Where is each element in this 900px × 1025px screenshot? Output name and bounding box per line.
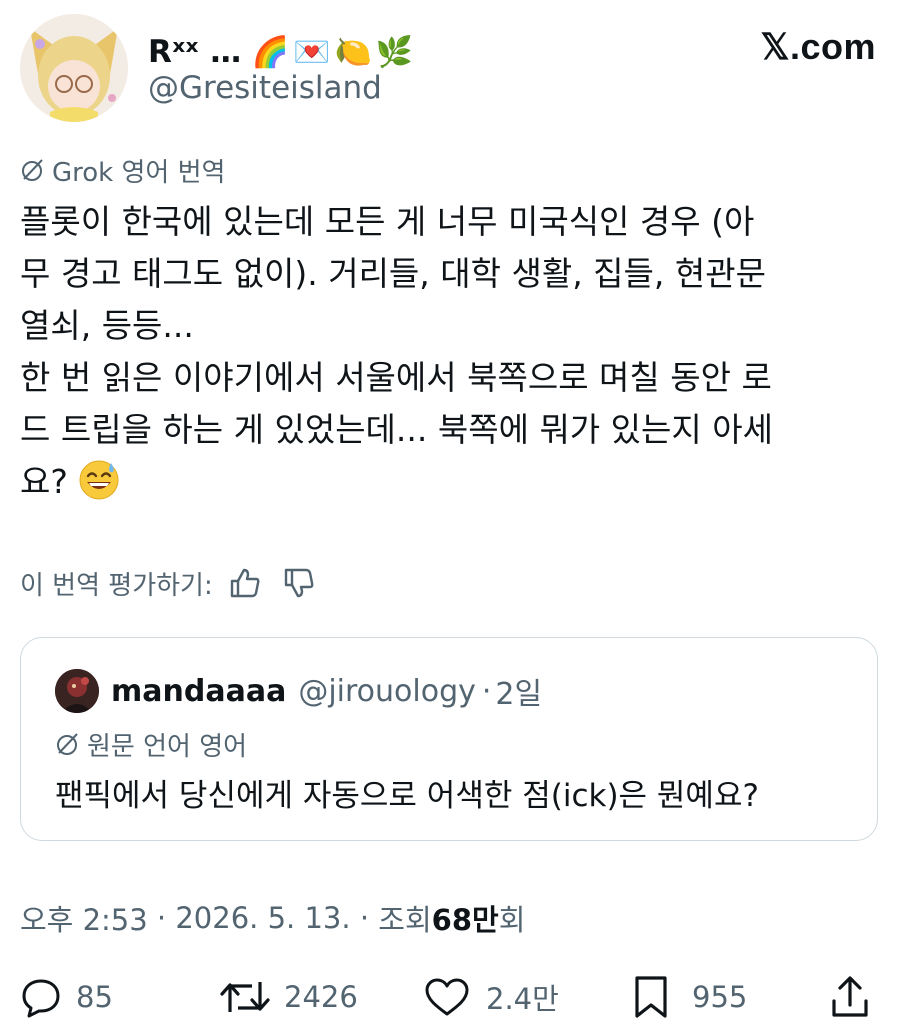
views-label: 조회: [378, 903, 432, 937]
views-suffix: 회: [498, 903, 526, 937]
translation-label[interactable]: Grok 영어 번역: [20, 152, 225, 188]
views-count[interactable]: 68만: [432, 897, 499, 939]
tweet-line: 열쇠, 등등...: [20, 306, 194, 345]
name-emojis: 🌈💌🍋🌿: [251, 34, 418, 70]
display-name[interactable]: Rˣˣ …: [148, 34, 242, 70]
tweet-line: 한 번 읽은 이야기에서 서울에서 북쪽으로 며칠 동안 로: [20, 358, 772, 397]
bookmark-count: 955: [692, 980, 748, 1014]
quoted-source-language-text: 원문 언어 영어: [87, 731, 248, 762]
quoted-tweet-header: mandaaaa @jirouology · 2일: [55, 668, 542, 714]
site-logo: 𝕏.com: [760, 26, 876, 67]
display-name-row: Rˣˣ … 🌈💌🍋🌿: [148, 30, 417, 74]
like-count: 2.4만: [486, 982, 559, 1016]
tweet-line: 드 트립을 하는 게 있었는데... 북쪽에 뭐가 있는지 아세: [20, 410, 773, 449]
tweet-date[interactable]: 2026. 5. 13.: [175, 901, 350, 935]
grinning-sweat-emoji-icon: [79, 460, 119, 500]
thumbs-up-button[interactable]: [223, 563, 267, 603]
bookmark-icon: [635, 976, 667, 1018]
thumbs-up-icon: [230, 568, 260, 598]
tweet-line: 플롯이 한국에 있는데 모든 게 너무 미국식인 경우 (아: [20, 202, 755, 241]
tweet-header: Rˣˣ … 🌈💌🍋🌿 @Gresiteisland 𝕏.com: [20, 14, 880, 124]
thumbs-down-button[interactable]: [277, 563, 321, 603]
share-button[interactable]: [830, 970, 870, 1024]
avatar[interactable]: [20, 14, 128, 122]
quoted-separator: ·: [481, 673, 492, 709]
tweet-time[interactable]: 오후 2:53: [20, 897, 148, 939]
tweet-line-text: 요?: [20, 462, 68, 501]
action-bar: 85 2426 2.4만 955: [20, 970, 880, 1024]
tweet-line: 무 경고 태그도 없이). 거리들, 대학 생활, 집들, 현관문: [20, 254, 766, 293]
bookmark-button[interactable]: 955: [632, 970, 747, 1024]
tweet-meta: 오후 2:53 · 2026. 5. 13. · 조회 68만 회: [20, 893, 525, 943]
like-button[interactable]: 2.4만: [424, 970, 559, 1024]
thumbs-down-icon: [284, 568, 314, 598]
rate-translation: 이 번역 평가하기:: [20, 563, 321, 603]
retweet-count: 2426: [284, 980, 358, 1014]
tweet-text: 플롯이 한국에 있는데 모든 게 너무 미국식인 경우 (아 무 경고 태그도 …: [20, 196, 880, 508]
meta-separator: ·: [350, 901, 379, 935]
rate-translation-label: 이 번역 평가하기:: [20, 570, 213, 601]
quoted-display-name[interactable]: mandaaaa: [111, 674, 286, 709]
translation-label-text: Grok 영어 번역: [52, 157, 226, 188]
meta-separator: ·: [147, 901, 176, 935]
quoted-handle[interactable]: @jirouology: [298, 674, 476, 709]
share-icon: [832, 976, 868, 1017]
quoted-tweet[interactable]: mandaaaa @jirouology · 2일 원문 언어 영어 팬픽에서 …: [20, 637, 878, 841]
tweet-line-last: 요?: [20, 456, 880, 508]
user-handle[interactable]: @Gresiteisland: [148, 70, 382, 106]
quoted-source-language[interactable]: 원문 언어 영어: [55, 726, 247, 762]
retweet-icon: [220, 982, 270, 1012]
reply-count: 85: [76, 980, 113, 1014]
quoted-time[interactable]: 2일: [495, 669, 542, 713]
retweet-button[interactable]: 2426: [218, 970, 358, 1024]
reply-icon: [22, 979, 60, 1018]
grok-icon: [57, 733, 78, 755]
quoted-avatar[interactable]: [55, 669, 99, 713]
heart-icon: [425, 978, 469, 1016]
reply-button[interactable]: 85: [20, 970, 113, 1024]
quoted-tweet-text: 팬픽에서 당신에게 자동으로 어색한 점(ick)은 뭔예요?: [55, 778, 759, 814]
grok-icon: [22, 159, 43, 181]
